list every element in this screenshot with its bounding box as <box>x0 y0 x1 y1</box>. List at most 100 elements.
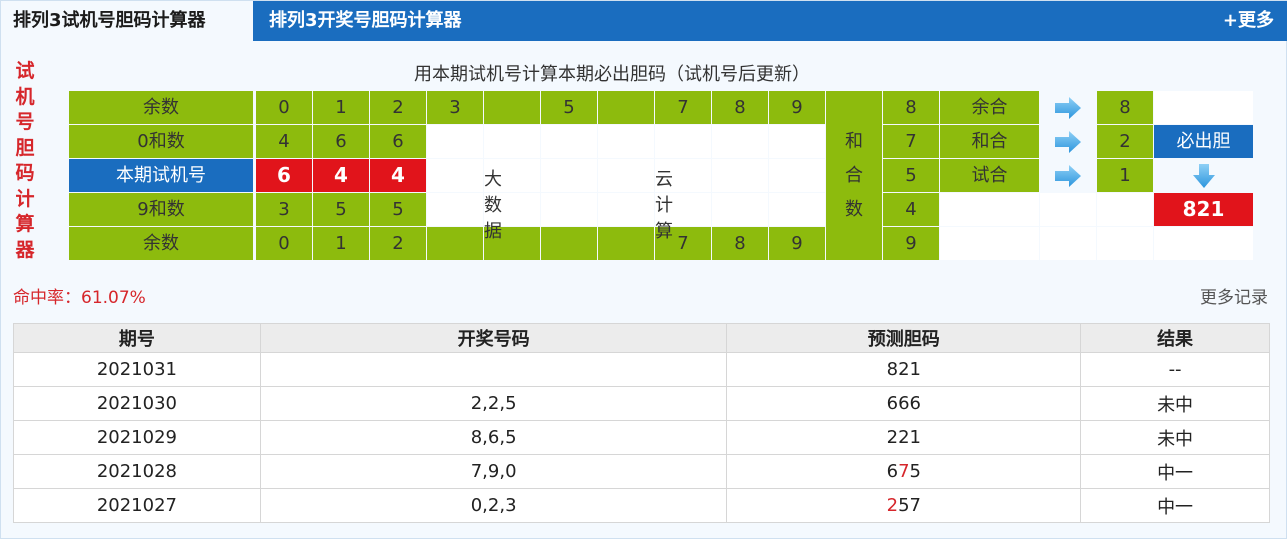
filler-cell <box>1154 227 1253 260</box>
grid-digit-cell: 3 <box>256 193 312 226</box>
grid-digit-cell <box>769 125 825 158</box>
grid-row-label: 本期试机号 <box>69 159 253 192</box>
prediction-digit: 6 <box>886 393 899 414</box>
grid-digit-cell: 0 <box>256 227 312 260</box>
grid-digit-cell <box>598 193 654 226</box>
header-result: 结果 <box>1080 323 1270 353</box>
grid-digit-cell: 6 <box>313 125 369 158</box>
header-draw: 开奖号码 <box>259 323 728 353</box>
big-data-label: 大数据 <box>484 169 502 242</box>
prediction-cell: 666 <box>726 386 1082 421</box>
grid-digit-cell: 6 <box>370 125 426 158</box>
result-digit-cell: 2 <box>1097 125 1153 158</box>
grid-digit-cell <box>598 159 654 192</box>
grid-digit-cell: 1 <box>313 91 369 124</box>
grid-digit-cell <box>484 91 540 124</box>
calculator-panel: 排列3试机号胆码计算器 排列3开奖号胆码计算器 +更多 试 机 号 胆 码 计 … <box>0 0 1287 539</box>
history-row: 2021030 2,2,5 666 未中 <box>13 386 1270 421</box>
combo-label-cell: 和合 <box>940 125 1039 158</box>
grid-digit-cell: 4 <box>256 125 312 158</box>
header-issue: 期号 <box>13 323 261 353</box>
grid-row-label: 0和数 <box>69 125 253 158</box>
draw-cell: 7,9,0 <box>259 454 728 489</box>
grid-row-label: 9和数 <box>69 193 253 226</box>
tab-draw-number[interactable]: 排列3开奖号胆码计算器 <box>257 1 557 41</box>
arrow-right-icon <box>1040 125 1096 158</box>
grid-digit-cell <box>427 227 483 260</box>
sum-column-char: 合 <box>845 165 863 186</box>
grid-digit-cell <box>769 193 825 226</box>
combo-label-cell: 余合 <box>940 91 1039 124</box>
grid-digit-cell <box>484 125 540 158</box>
draw-cell: 2,2,5 <box>259 386 728 421</box>
prediction-digit: 8 <box>886 359 899 380</box>
filler-cell <box>1097 227 1153 260</box>
right-number-cell: 7 <box>883 125 939 158</box>
right-number-cell: 4 <box>883 193 939 226</box>
more-records-link[interactable]: 更多记录 <box>1200 283 1268 308</box>
filler-cell <box>940 227 1039 260</box>
prediction-cell: 821 <box>726 352 1082 387</box>
grid-digit-cell: 4 <box>370 159 426 192</box>
result-cell: -- <box>1080 352 1270 387</box>
arrow-right-icon <box>1040 159 1096 192</box>
issue-cell: 2021030 <box>13 386 261 421</box>
grid-digit-cell: 6 <box>256 159 312 192</box>
prediction-digit: 2 <box>898 427 910 448</box>
cloud-compute-label: 云计算 <box>655 169 673 242</box>
prediction-cell: 221 <box>726 420 1082 455</box>
prediction-digit: 5 <box>909 461 921 482</box>
draw-cell <box>259 352 728 387</box>
issue-cell: 2021029 <box>13 420 261 455</box>
tab-trial-number[interactable]: 排列3试机号胆码计算器 <box>1 1 253 41</box>
draw-cell: 8,6,5 <box>259 420 728 455</box>
calculator-subtitle: 用本期试机号计算本期必出胆码（试机号后更新） <box>71 59 1153 90</box>
prediction-digit: 2 <box>886 495 899 516</box>
result-cell: 未中 <box>1080 386 1270 421</box>
filler-cell <box>1040 227 1096 260</box>
grid-digit-cell <box>712 159 768 192</box>
filler-cell <box>1040 193 1096 226</box>
grid-digit-cell: 4 <box>313 159 369 192</box>
prediction-digit: 6 <box>886 461 899 482</box>
grid-digit-cell: 1 <box>313 227 369 260</box>
prediction-digit: 5 <box>898 495 910 516</box>
sum-column-char: 和 <box>845 131 863 152</box>
history-row: 2021027 0,2,3 257 中一 <box>13 488 1270 523</box>
draw-cell: 0,2,3 <box>259 488 728 523</box>
must-value: 821 <box>1154 193 1253 226</box>
sum-column-char: 数 <box>845 199 863 220</box>
grid-digit-cell: 7 <box>655 91 711 124</box>
grid-digit-cell <box>541 125 597 158</box>
result-cell: 中一 <box>1080 488 1270 523</box>
grid-row-label: 余数 <box>69 227 253 260</box>
result-cell: 中一 <box>1080 454 1270 489</box>
grid-digit-cell <box>427 159 483 192</box>
issue-cell: 2021031 <box>13 352 261 387</box>
right-number-cell: 9 <box>883 227 939 260</box>
sum-column: 和合数 <box>826 91 882 260</box>
result-cell: 未中 <box>1080 420 1270 455</box>
history-row: 2021029 8,6,5 221 未中 <box>13 420 1270 455</box>
issue-cell: 2021027 <box>13 488 261 523</box>
right-number-cell: 5 <box>883 159 939 192</box>
grid-digit-cell <box>655 125 711 158</box>
grid-digit-cell: 3 <box>427 91 483 124</box>
grid-digit-cell <box>541 159 597 192</box>
side-title: 试 机 号 胆 码 计 算 器 <box>15 60 35 261</box>
grid-digit-cell: 5 <box>370 193 426 226</box>
history-header-row: 期号 开奖号码 预测胆码 结果 <box>13 323 1270 353</box>
prediction-digit: 6 <box>898 393 910 414</box>
history-table: 期号 开奖号码 预测胆码 结果 2021031 821 -- 2021030 2,2,5… <box>13 323 1270 523</box>
arrow-down-icon <box>1154 159 1253 192</box>
prediction-digit: 1 <box>909 359 921 380</box>
more-link[interactable]: +更多 <box>1223 1 1274 41</box>
grid-digit-cell <box>598 91 654 124</box>
prediction-digit: 2 <box>898 359 910 380</box>
prediction-digit: 6 <box>909 393 921 414</box>
grid-digit-cell: 8 <box>712 227 768 260</box>
grid-digit-cell <box>769 159 825 192</box>
history-row: 2021031 821 -- <box>13 352 1270 387</box>
right-number-cell: 8 <box>883 91 939 124</box>
grid-digit-cell: 8 <box>712 91 768 124</box>
